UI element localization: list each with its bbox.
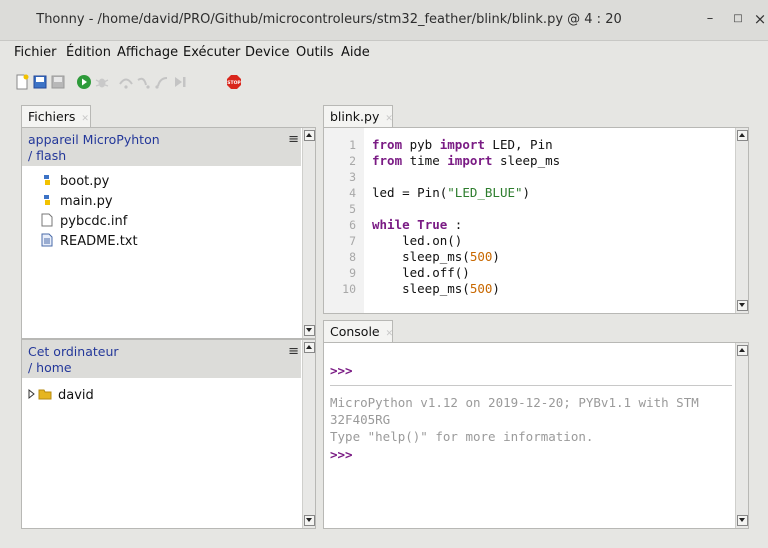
device-location-title[interactable]: appareil MicroPyhton: [28, 132, 160, 147]
minimize-button[interactable]: –: [700, 9, 720, 29]
window-titlebar: Thonny - /home/david/PRO/Github/microcon…: [0, 0, 768, 41]
menu-fichier[interactable]: Fichier: [14, 45, 57, 60]
close-icon[interactable]: ✕: [386, 329, 394, 339]
tab-console[interactable]: Console ✕: [323, 320, 393, 342]
menu-edition[interactable]: Édition: [66, 45, 111, 60]
console-info-line: MicroPython v1.12 on 2019-12-20; PYBv1.1…: [330, 395, 699, 410]
code-line-7: led.on(): [372, 233, 463, 248]
code-line-8: sleep_ms(500): [372, 249, 500, 264]
menu-device[interactable]: Device: [245, 45, 289, 60]
svg-text:STOP: STOP: [227, 80, 241, 86]
scroll-up-arrow[interactable]: [737, 345, 748, 356]
toolbar: STOP: [14, 74, 314, 94]
console-info-line: Type "help()" for more information.: [330, 429, 594, 444]
line-number: 4: [349, 186, 356, 200]
file-item[interactable]: main.py: [40, 192, 113, 212]
maximize-button[interactable]: □: [728, 9, 748, 29]
debug-icon[interactable]: [94, 74, 110, 90]
tab-blink-py[interactable]: blink.py ✕: [323, 105, 393, 127]
file-name: boot.py: [60, 174, 110, 189]
tab-fichiers-label: Fichiers: [28, 109, 76, 124]
step-into-icon[interactable]: [136, 74, 152, 90]
console-prompt: >>>: [330, 447, 353, 462]
console-scrollbar[interactable]: [735, 343, 748, 528]
menu-affichage[interactable]: Affichage: [117, 45, 178, 60]
editor-scrollbar[interactable]: [735, 128, 748, 313]
code-line-9: led.off(): [372, 265, 470, 280]
file-name: README.txt: [60, 234, 138, 249]
scroll-up-arrow[interactable]: [304, 130, 315, 141]
save-file-icon[interactable]: [50, 74, 66, 90]
document-file-icon: [41, 233, 53, 247]
scroll-up-arrow[interactable]: [304, 342, 315, 353]
local-files-panel: Cet ordinateur / home ≡ david: [21, 339, 316, 529]
new-file-icon[interactable]: [14, 74, 30, 90]
file-name: main.py: [60, 194, 113, 209]
code-line-2: from time import sleep_ms: [372, 153, 561, 168]
python-file-icon: [44, 175, 50, 185]
menu-aide[interactable]: Aide: [341, 45, 370, 60]
file-item[interactable]: pybcdc.inf: [40, 212, 127, 232]
local-location-header: Cet ordinateur / home ≡: [22, 340, 301, 378]
line-number: 5: [349, 202, 356, 216]
stop-icon[interactable]: STOP: [226, 74, 242, 90]
menu-outils[interactable]: Outils: [296, 45, 334, 60]
open-file-icon[interactable]: [32, 74, 48, 90]
file-item[interactable]: boot.py: [40, 172, 109, 192]
scroll-up-arrow[interactable]: [737, 130, 748, 141]
console-info-line: 32F405RG: [330, 412, 391, 427]
line-number: 7: [349, 234, 356, 248]
scroll-down-arrow[interactable]: [304, 325, 315, 336]
console-panel[interactable]: >>> MicroPython v1.12 on 2019-12-20; PYB…: [323, 342, 749, 529]
device-location-header: appareil MicroPyhton / flash ≡: [22, 128, 301, 166]
text-file-icon: [41, 213, 53, 227]
close-button[interactable]: ×: [750, 9, 768, 29]
expand-triangle-icon[interactable]: [28, 387, 36, 401]
console-prompt: >>>: [330, 363, 353, 378]
python-file-icon: [44, 195, 50, 205]
step-over-icon[interactable]: [118, 74, 134, 90]
resume-icon[interactable]: [172, 74, 188, 90]
line-number: 2: [349, 154, 356, 168]
close-icon[interactable]: ✕: [385, 114, 393, 124]
menu-bar: Fichier Édition Affichage Exécuter Devic…: [0, 42, 768, 62]
line-number: 3: [349, 170, 356, 184]
close-icon[interactable]: ✕: [81, 114, 89, 124]
step-out-icon[interactable]: [154, 74, 170, 90]
tab-fichiers[interactable]: Fichiers ✕: [21, 105, 91, 127]
code-line-1: from pyb import LED, Pin: [372, 137, 553, 152]
code-area[interactable]: 1 2 3 4 5 6 7 8 9 10 from pyb import LED…: [324, 128, 734, 313]
hamburger-menu-icon[interactable]: ≡: [288, 132, 299, 147]
folder-name: david: [58, 388, 94, 403]
hamburger-menu-icon[interactable]: ≡: [288, 344, 299, 359]
line-number: 6: [349, 218, 356, 232]
code-editor[interactable]: 1 2 3 4 5 6 7 8 9 10 from pyb import LED…: [323, 127, 749, 314]
scroll-down-arrow[interactable]: [737, 300, 748, 311]
file-item[interactable]: README.txt: [40, 232, 138, 252]
code-line-6: while True :: [372, 217, 463, 232]
code-line-10: sleep_ms(500): [372, 281, 500, 296]
code-line-4: led = Pin("LED_BLUE"): [372, 185, 531, 200]
folder-item[interactable]: david: [28, 386, 94, 406]
line-number: 1: [349, 138, 356, 152]
local-location-path[interactable]: / home: [28, 360, 72, 375]
scroll-down-arrow[interactable]: [304, 515, 315, 526]
device-location-path[interactable]: / flash: [28, 148, 66, 163]
local-files-scrollbar[interactable]: [302, 340, 315, 528]
console-separator: [330, 385, 732, 386]
tab-blink-py-label: blink.py: [330, 109, 380, 124]
line-number: 10: [342, 282, 356, 296]
scroll-down-arrow[interactable]: [737, 515, 748, 526]
line-number: 8: [349, 250, 356, 264]
menu-executer[interactable]: Exécuter: [183, 45, 240, 60]
folder-icon: [38, 389, 52, 400]
device-files-panel: appareil MicroPyhton / flash ≡ boot.py m…: [21, 127, 316, 339]
file-name: pybcdc.inf: [60, 214, 128, 229]
window-title: Thonny - /home/david/PRO/Github/microcon…: [36, 12, 622, 27]
device-files-scrollbar[interactable]: [302, 128, 315, 338]
line-number: 9: [349, 266, 356, 280]
local-location-title[interactable]: Cet ordinateur: [28, 344, 119, 359]
tab-console-label: Console: [330, 324, 380, 339]
run-icon[interactable]: [76, 74, 92, 90]
